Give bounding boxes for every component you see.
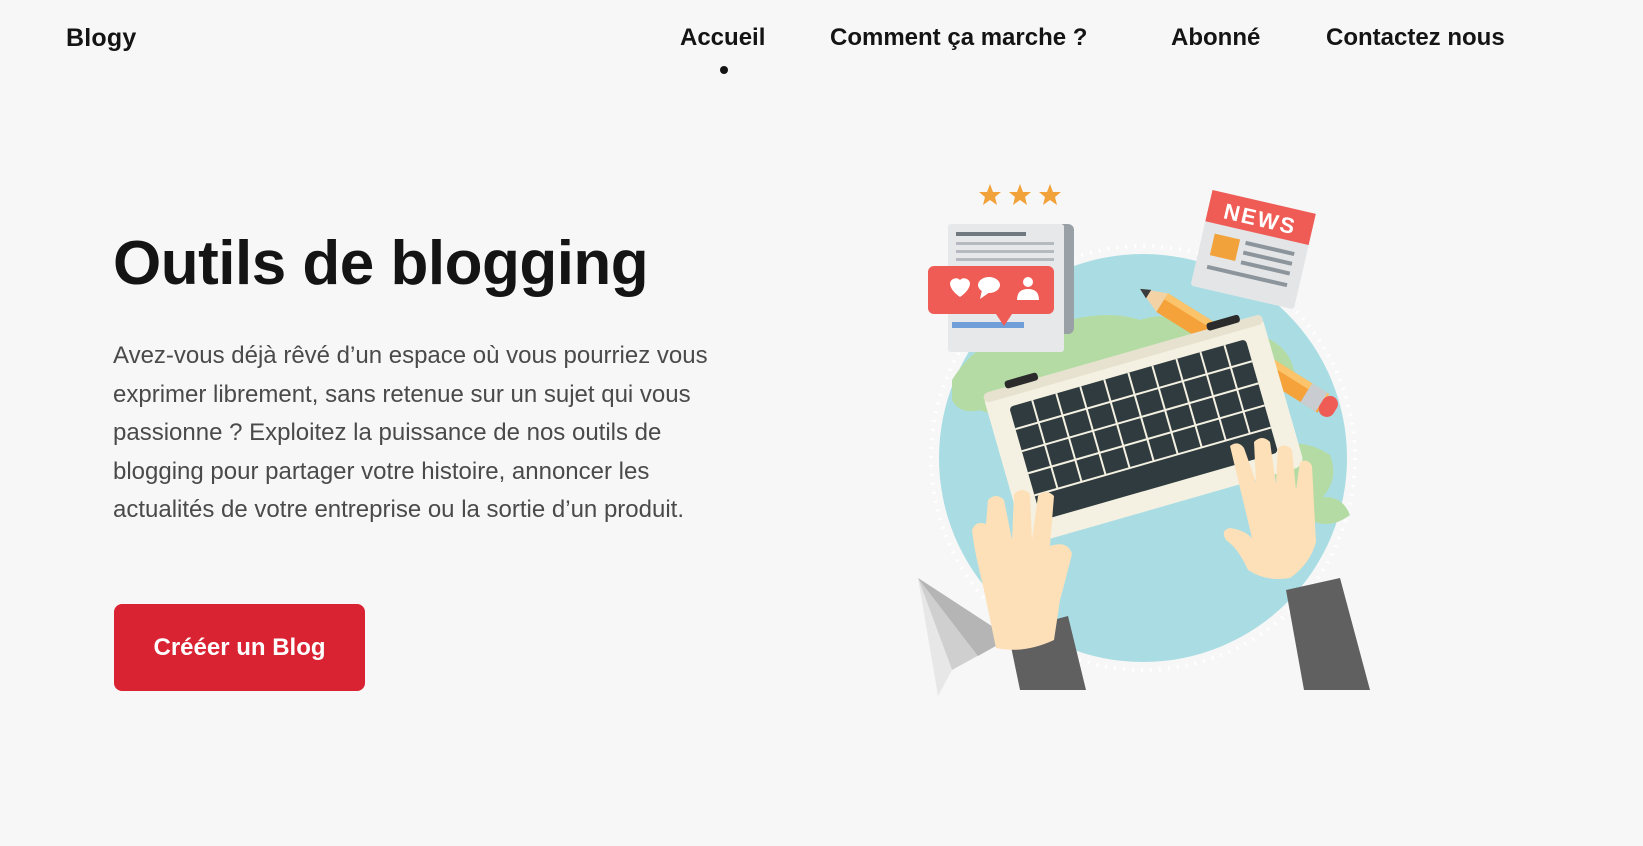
nav-item-abonne[interactable]: Abonné — [1171, 24, 1260, 52]
blogging-illustration: NEWS — [918, 184, 1370, 696]
hero-title: Outils de blogging — [113, 229, 649, 298]
nav-item-accueil[interactable]: Accueil — [680, 24, 765, 52]
main-nav: Accueil Comment ça marche ? Abonné Conta… — [0, 24, 1643, 84]
nav-item-comment-ca-marche[interactable]: Comment ça marche ? — [830, 24, 1087, 52]
hero-description: Avez-vous déjà rêvé d’un espace où vous … — [113, 342, 708, 523]
active-nav-indicator — [720, 66, 728, 74]
landing-page: Blogy Accueil Comment ça marche ? Abonné… — [0, 0, 1643, 846]
rating-stars — [979, 184, 1061, 205]
nav-item-contactez-nous[interactable]: Contactez nous — [1326, 24, 1505, 52]
create-blog-button[interactable]: Crééer un Blog — [114, 604, 365, 691]
